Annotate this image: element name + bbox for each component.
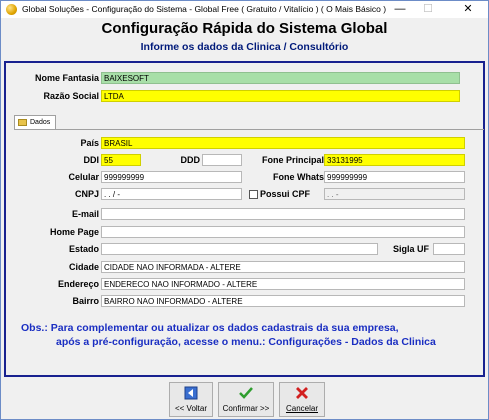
estado-label: Estado: [68, 244, 99, 254]
minimize-button[interactable]: —: [387, 2, 413, 17]
sigla-uf-label: Sigla UF: [392, 244, 429, 254]
fone-principal-label: Fone Principal: [261, 155, 324, 165]
cancelar-button[interactable]: Cancelar: [279, 382, 325, 417]
back-arrow-icon: [184, 386, 198, 403]
voltar-label: << Voltar: [174, 404, 208, 413]
pais-label: País: [80, 138, 99, 148]
fone-whats-label: Fone Whats: [273, 172, 324, 182]
endereco-label: Endereço: [57, 279, 99, 289]
confirmar-label: Confirmar >>: [222, 404, 270, 413]
nome-fantasia-field[interactable]: BAIXESOFT: [101, 72, 460, 84]
maximize-button[interactable]: ☐: [415, 2, 441, 17]
celular-field[interactable]: 999999999: [101, 171, 242, 183]
estado-field[interactable]: [101, 243, 378, 255]
bairro-label: Bairro: [72, 296, 99, 306]
ddd-field[interactable]: [202, 154, 242, 166]
cidade-field[interactable]: CIDADE NAO INFORMADA - ALTERE: [101, 261, 465, 273]
cpf-field: . . -: [324, 188, 465, 200]
tab-dados-label: Dados: [30, 119, 51, 126]
sigla-uf-field[interactable]: [433, 243, 465, 255]
cancelar-label: Cancelar: [285, 404, 318, 413]
homepage-field[interactable]: [101, 226, 465, 238]
obs-line-1: Obs.: Para complementar ou atualizar os …: [21, 322, 399, 334]
confirmar-button[interactable]: Confirmar >>: [218, 382, 274, 417]
razao-social-label: Razão Social: [43, 91, 99, 101]
cancel-x-icon: [295, 386, 309, 403]
window-title: Global Soluções - Configuração do Sistem…: [22, 4, 387, 14]
cidade-label: Cidade: [68, 262, 99, 272]
tab-dados[interactable]: Dados: [14, 115, 56, 129]
voltar-button[interactable]: << Voltar: [169, 382, 213, 417]
razao-social-field[interactable]: LTDA: [101, 90, 460, 102]
pais-field[interactable]: BRASIL: [101, 137, 465, 149]
fone-principal-field[interactable]: 33131995: [324, 154, 465, 166]
ddi-label: DDI: [83, 155, 100, 165]
close-button[interactable]: ✕: [455, 2, 481, 17]
title-bar: Global Soluções - Configuração do Sistem…: [1, 1, 488, 18]
ddi-field[interactable]: 55: [101, 154, 141, 166]
bairro-field[interactable]: BAIRRO NAO INFORMADO - ALTERE: [101, 295, 465, 307]
cnpj-label: CNPJ: [74, 189, 99, 199]
possui-cpf-checkbox[interactable]: [249, 190, 258, 199]
email-label: E-mail: [71, 209, 99, 219]
tab-divider: [14, 129, 484, 130]
page-title: Configuração Rápida do Sistema Global: [101, 20, 388, 37]
button-bar: << Voltar Confirmar >> Cancelar: [4, 378, 485, 419]
header: Configuração Rápida do Sistema Global In…: [4, 19, 485, 61]
nome-fantasia-label: Nome Fantasia: [34, 73, 99, 83]
possui-cpf-label: Possui CPF: [260, 189, 311, 199]
fone-whats-field[interactable]: 999999999: [324, 171, 465, 183]
page-subtitle: Informe os dados da Clinica / Consultóri…: [140, 41, 349, 53]
config-panel: Nome Fantasia BAIXESOFT Razão Social LTD…: [4, 61, 485, 377]
celular-label: Celular: [68, 172, 99, 182]
cnpj-field[interactable]: . . / -: [101, 188, 242, 200]
main-window: Global Soluções - Configuração do Sistem…: [0, 0, 489, 420]
checkmark-icon: [239, 386, 253, 403]
folder-icon: [18, 119, 27, 126]
homepage-label: Home Page: [49, 227, 99, 237]
ddd-label: DDD: [180, 155, 201, 165]
obs-line-2: após a pré-configuração, acesse o menu.:…: [56, 336, 436, 348]
app-globe-icon: [6, 4, 17, 15]
endereco-field[interactable]: ENDERECO NAO INFORMADO - ALTERE: [101, 278, 465, 290]
email-field[interactable]: [101, 208, 465, 220]
